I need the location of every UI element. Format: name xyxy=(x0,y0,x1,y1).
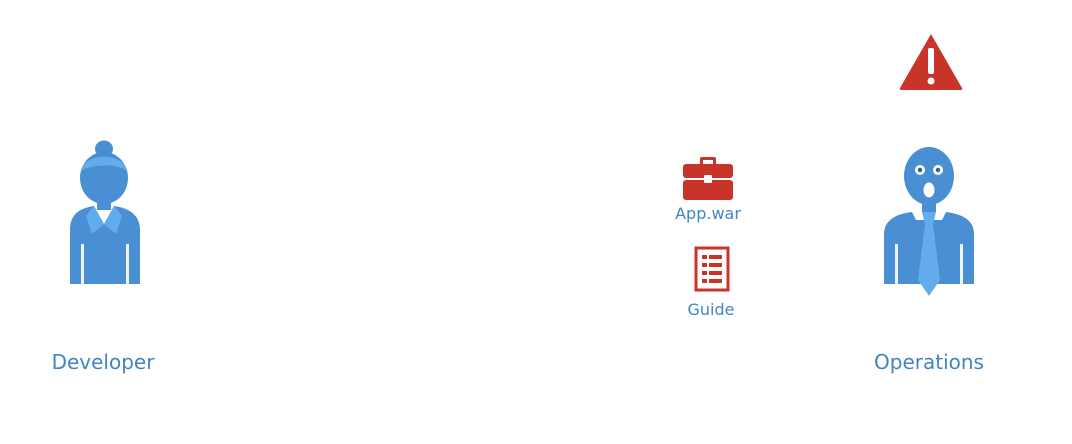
operations-man-shocked-icon xyxy=(882,146,978,300)
operations-label: Operations xyxy=(874,350,984,374)
warning-triangle-icon xyxy=(898,32,964,92)
developer-label: Developer xyxy=(51,350,155,374)
document-list-icon xyxy=(694,246,730,292)
guide-label: Guide xyxy=(687,300,735,319)
developer-woman-icon xyxy=(64,138,146,288)
app-war-label: App.war xyxy=(675,204,741,223)
briefcase-icon xyxy=(682,156,734,202)
